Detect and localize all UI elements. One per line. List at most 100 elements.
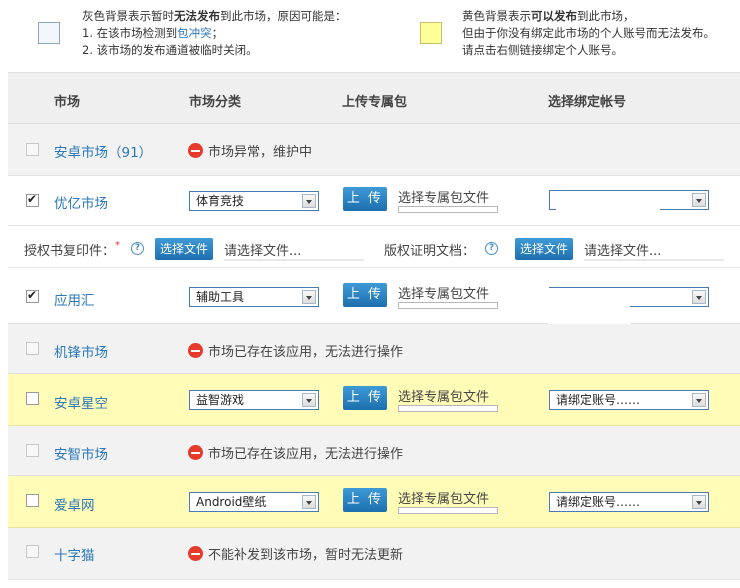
row-checkbox[interactable] xyxy=(26,342,39,355)
table-row: 安卓星空 益智游戏 上 传 选择专属包文件 请绑定账号…… xyxy=(8,374,740,426)
dropdown-arrow-icon[interactable] xyxy=(692,495,706,509)
status-message: 不能补发到该市场，暂时无法更新 xyxy=(188,544,403,563)
legend: 灰色背景表示暂时无法发布到此市场，原因可能是： 1. 在该市场检测到包冲突； 2… xyxy=(0,0,740,72)
header-market: 市场 xyxy=(54,95,81,110)
stop-icon xyxy=(188,546,203,561)
legend-text: 但由于你没有绑定此市场的个人账号而无法发布。 xyxy=(462,26,715,40)
status-text: 市场已存在该应用，无法进行操作 xyxy=(208,345,404,360)
upload-button[interactable]: 上 传 xyxy=(343,488,387,512)
legend-bold: 无法发布 xyxy=(174,9,220,23)
gray-legend-text: 灰色背景表示暂时无法发布到此市场，原因可能是： 1. 在该市场检测到包冲突； 2… xyxy=(82,8,402,59)
market-name[interactable]: 应用汇 xyxy=(54,289,95,309)
stop-icon xyxy=(188,343,203,358)
gray-legend-swatch xyxy=(38,22,60,44)
legend-text: 请点击右侧链接绑定个人账号。 xyxy=(462,43,623,57)
category-select[interactable]: 体育竞技 xyxy=(189,191,319,211)
market-name[interactable]: 机锋市场 xyxy=(54,341,108,361)
row-checkbox[interactable] xyxy=(26,545,39,558)
market-name[interactable]: 安卓市场（91） xyxy=(54,141,152,161)
mask-overlay xyxy=(556,192,660,212)
status-text: 市场异常，维护中 xyxy=(208,145,313,160)
package-file-label: 选择专属包文件 xyxy=(398,492,490,507)
package-file-label: 选择专属包文件 xyxy=(398,191,490,206)
yellow-legend-swatch xyxy=(420,22,442,44)
account-select[interactable]: 请绑定账号…… xyxy=(549,492,709,512)
file-underline xyxy=(224,259,364,261)
account-select[interactable]: 请绑定账号…… xyxy=(549,390,709,410)
package-file-bar[interactable] xyxy=(398,507,498,514)
legend-bold: 可以发布 xyxy=(531,9,577,23)
stop-icon xyxy=(188,143,203,158)
yellow-legend-text: 黄色背景表示可以发布到此市场， 但由于你没有绑定此市场的个人账号而无法发布。 请… xyxy=(462,8,737,59)
row-checkbox[interactable] xyxy=(26,192,39,207)
row-checkbox[interactable] xyxy=(26,494,39,507)
license-copy-text: 授权书复印件： xyxy=(24,244,116,259)
stop-icon xyxy=(188,445,203,460)
row-checkbox[interactable] xyxy=(26,392,39,405)
market-name[interactable]: 十字猫 xyxy=(54,544,95,564)
dropdown-arrow-icon[interactable] xyxy=(692,393,706,407)
authorization-row: 授权书复印件：* ? 选择文件 请选择文件... 版权证明文档： ? 选择文件 … xyxy=(8,226,740,268)
category-value: 益智游戏 xyxy=(196,393,245,407)
row-checkbox[interactable] xyxy=(26,444,39,457)
dropdown-arrow-icon[interactable] xyxy=(302,393,316,407)
table-row: 应用汇 辅助工具 上 传 选择专属包文件 xyxy=(8,268,740,324)
legend-text: 灰色背景表示暂时 xyxy=(82,9,174,23)
legend-text: 到此市场， xyxy=(577,9,635,23)
table-row: 安卓市场（91） 市场异常，维护中 xyxy=(8,124,740,176)
choose-file-button[interactable]: 选择文件 xyxy=(155,238,213,260)
status-message: 市场已存在该应用，无法进行操作 xyxy=(188,341,403,360)
file-hint: 请选择文件... xyxy=(584,244,662,259)
table-row: 机锋市场 市场已存在该应用，无法进行操作 xyxy=(8,324,740,374)
category-value: 辅助工具 xyxy=(196,290,245,304)
dropdown-arrow-icon[interactable] xyxy=(302,290,316,304)
package-conflict-link[interactable]: 包冲突 xyxy=(177,26,212,40)
header-bind-account: 选择绑定帐号 xyxy=(548,95,627,110)
table-header: 市场 市场分类 上传专属包 选择绑定帐号 xyxy=(8,72,740,124)
table-row: 十字猫 不能补发到该市场，暂时无法更新 xyxy=(8,528,740,580)
copyright-doc-label: 版权证明文档： xyxy=(384,244,476,259)
legend-text: 黄色背景表示 xyxy=(462,9,531,23)
header-upload-package: 上传专属包 xyxy=(342,95,408,110)
help-icon[interactable]: ? xyxy=(131,242,144,255)
category-select[interactable]: Android壁纸 xyxy=(189,492,319,512)
status-message: 市场异常，维护中 xyxy=(188,141,312,160)
package-file-bar[interactable] xyxy=(398,302,498,309)
market-name[interactable]: 爱卓网 xyxy=(54,494,95,514)
account-placeholder: 请绑定账号…… xyxy=(556,495,641,509)
table-row: 安智市场 市场已存在该应用，无法进行操作 xyxy=(8,426,740,476)
package-file-label: 选择专属包文件 xyxy=(398,390,490,405)
help-icon[interactable]: ? xyxy=(485,242,498,255)
category-select[interactable]: 益智游戏 xyxy=(189,390,319,410)
upload-button[interactable]: 上 传 xyxy=(343,283,387,307)
category-value: Android壁纸 xyxy=(196,495,267,509)
legend-text: 到此市场，原因可能是： xyxy=(220,9,347,23)
market-name[interactable]: 安智市场 xyxy=(54,443,108,463)
row-checkbox[interactable] xyxy=(26,288,39,303)
category-select[interactable]: 辅助工具 xyxy=(189,287,319,307)
dropdown-arrow-icon[interactable] xyxy=(302,495,316,509)
header-category: 市场分类 xyxy=(189,95,242,110)
table-row: 爱卓网 Android壁纸 上 传 选择专属包文件 请绑定账号…… xyxy=(8,476,740,528)
status-text: 不能补发到该市场，暂时无法更新 xyxy=(208,548,404,563)
category-value: 体育竞技 xyxy=(196,194,245,208)
dropdown-arrow-icon[interactable] xyxy=(692,290,706,304)
license-copy-label: 授权书复印件：* xyxy=(24,240,120,259)
file-underline xyxy=(584,259,724,261)
legend-text: 1. 在该市场检测到 xyxy=(82,26,178,40)
status-message: 市场已存在该应用，无法进行操作 xyxy=(188,443,403,462)
package-file-bar[interactable] xyxy=(398,405,498,412)
upload-button[interactable]: 上 传 xyxy=(343,386,387,410)
account-placeholder: 请绑定账号…… xyxy=(556,393,641,407)
status-text: 市场已存在该应用，无法进行操作 xyxy=(208,447,404,462)
row-checkbox[interactable] xyxy=(26,143,39,156)
market-name[interactable]: 优亿市场 xyxy=(54,192,108,212)
choose-file-button[interactable]: 选择文件 xyxy=(515,238,573,260)
required-mark: * xyxy=(115,240,121,251)
market-name[interactable]: 安卓星空 xyxy=(54,392,108,412)
dropdown-arrow-icon[interactable] xyxy=(302,194,316,208)
upload-button[interactable]: 上 传 xyxy=(343,187,387,211)
package-file-bar[interactable] xyxy=(398,206,498,213)
file-hint: 请选择文件... xyxy=(224,244,302,259)
dropdown-arrow-icon[interactable] xyxy=(692,193,706,207)
